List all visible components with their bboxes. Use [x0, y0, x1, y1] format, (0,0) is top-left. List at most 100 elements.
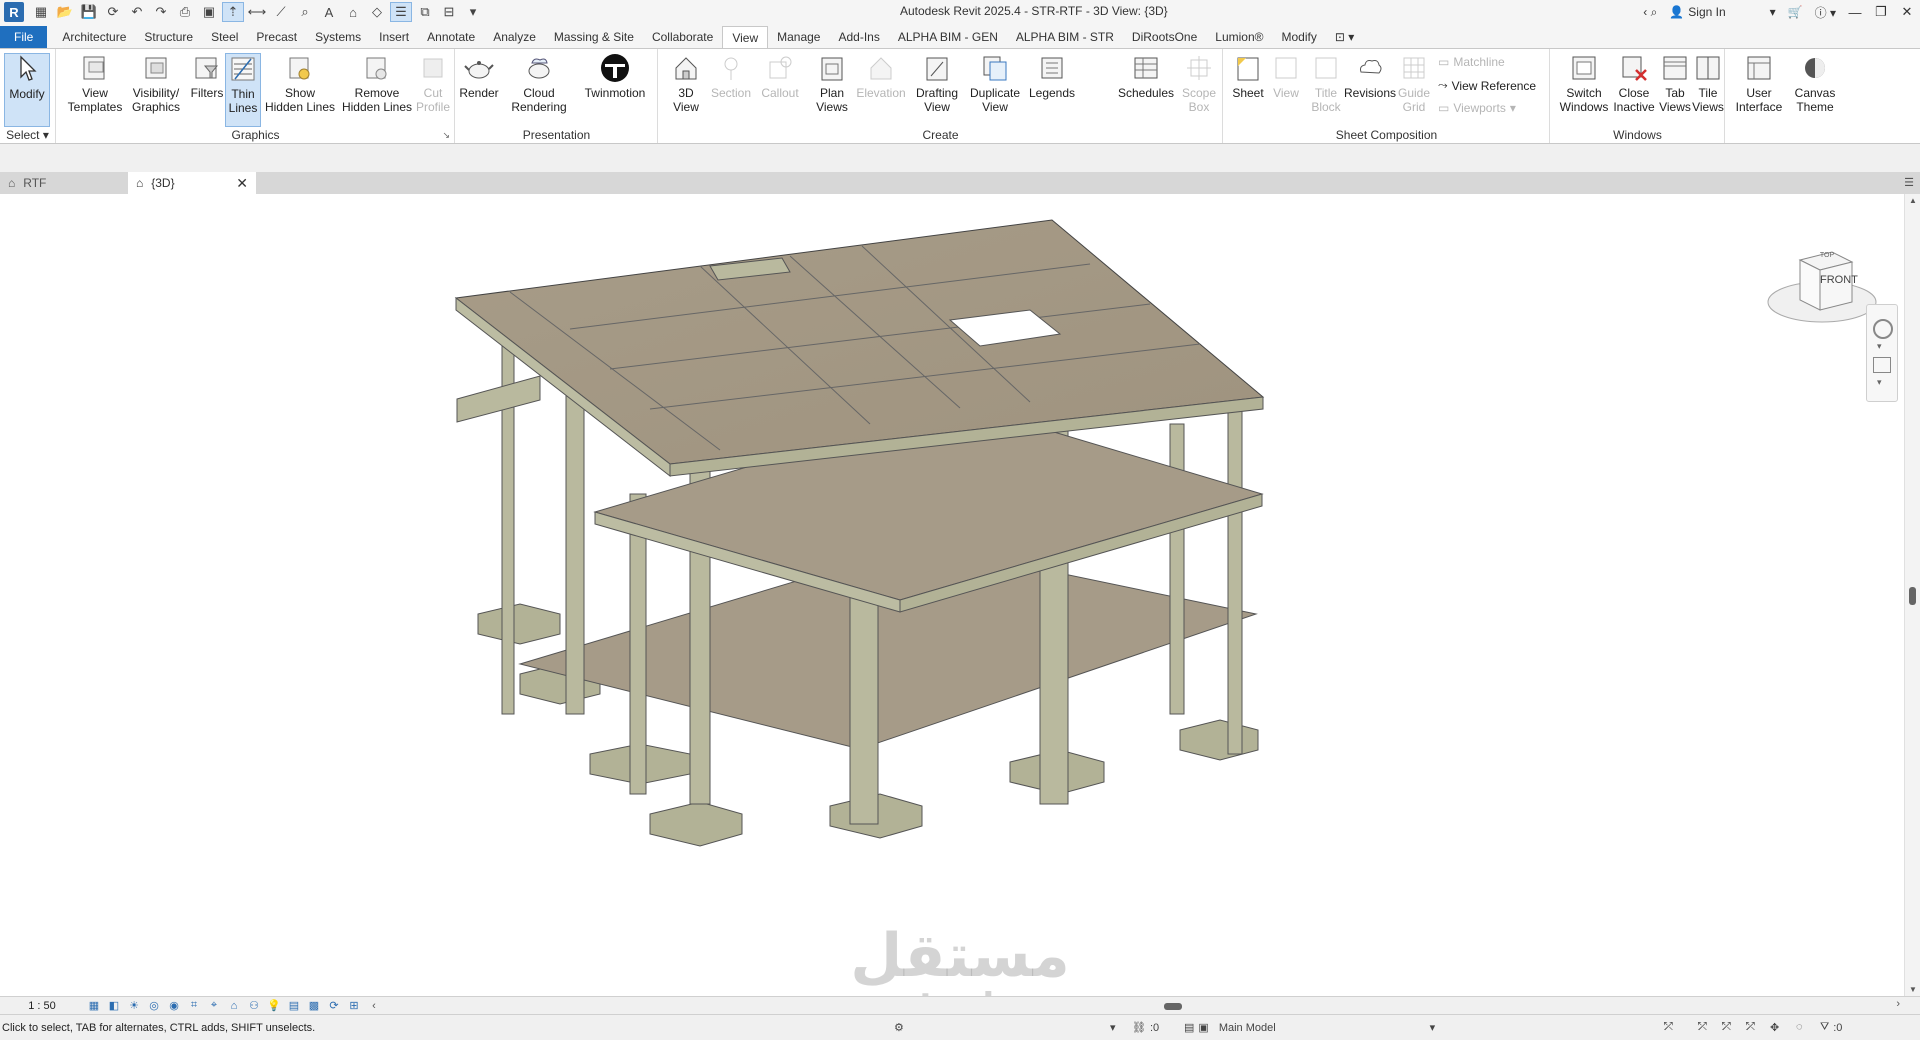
redo-icon[interactable]: ↷	[150, 2, 172, 22]
tab-views-button[interactable]: Tab Views	[1657, 53, 1693, 114]
select-links-icon[interactable]: ⤱	[1664, 1021, 1673, 1034]
ribbon-tab-collaborate[interactable]: Collaborate	[643, 26, 722, 48]
highlight-displacement-icon[interactable]: ⊞	[344, 998, 364, 1014]
select-panel-title[interactable]: Select ▾	[0, 128, 55, 142]
sun-path-icon[interactable]: ☀	[124, 998, 144, 1014]
ribbon-tab-lumion[interactable]: Lumion®	[1206, 26, 1272, 48]
open-icon[interactable]: 📂	[54, 2, 76, 22]
visibility-graphics-button[interactable]: Visibility/ Graphics	[127, 53, 185, 114]
canvas-theme-button[interactable]: Canvas Theme	[1790, 53, 1840, 114]
text-icon[interactable]: A	[318, 2, 340, 22]
measure-icon[interactable]: ⟷	[246, 2, 268, 22]
viewports-button[interactable]: ▭ Viewports ▾	[1438, 101, 1516, 115]
horizontal-scrollbar[interactable]	[450, 999, 1904, 1013]
horizontal-scroll-thumb[interactable]	[1164, 1003, 1182, 1010]
tile-views-button[interactable]: Tile Views	[1691, 53, 1725, 114]
lock-3d-icon[interactable]: ⌂	[224, 998, 244, 1014]
switch-windows-button[interactable]: Switch Windows	[1557, 53, 1611, 114]
chevron-down-icon[interactable]: ▾	[1877, 377, 1882, 388]
close-tab-icon[interactable]: ✕	[236, 175, 248, 192]
view-tab-3d[interactable]: ⌂ {3D} ✕	[128, 172, 256, 194]
drafting-view-button[interactable]: Drafting View	[911, 53, 963, 114]
3d-building-model[interactable]	[0, 194, 1904, 996]
ribbon-tab-massing-site[interactable]: Massing & Site	[545, 26, 643, 48]
show-crop-icon[interactable]: ⌖	[204, 998, 224, 1014]
select-by-face-icon[interactable]: ⤱	[1746, 1021, 1755, 1034]
home-icon[interactable]: ▦	[30, 2, 52, 22]
close-button[interactable]: ✕	[1894, 0, 1920, 24]
minimize-button[interactable]: —	[1842, 0, 1868, 24]
view-reference-button[interactable]: ⤳ View Reference	[1438, 78, 1536, 93]
ribbon-tab-view[interactable]: View	[722, 26, 769, 48]
show-analytical-icon[interactable]: ⟳	[324, 998, 344, 1014]
model-selector[interactable]: ▤ ▣ Main Model ▾	[1184, 1021, 1435, 1035]
tag-icon[interactable]: ⌕	[294, 2, 316, 22]
revit-logo[interactable]: R	[4, 2, 24, 22]
view-place-button[interactable]: View	[1268, 53, 1304, 100]
cut-profile-button[interactable]: Cut Profile	[415, 53, 451, 114]
render-dialog-icon[interactable]: ◉	[164, 998, 184, 1014]
design-options-icon[interactable]: ▾	[1110, 1021, 1116, 1034]
ribbon-tab-modify[interactable]: Modify	[1272, 26, 1325, 48]
filter-indicator[interactable]: ⛛:0	[1820, 1021, 1842, 1034]
close-inactive-button[interactable]: Close Inactive	[1611, 53, 1657, 114]
title-block-button[interactable]: Title Block	[1306, 53, 1346, 114]
panel-launcher-icon[interactable]: ↘	[442, 130, 450, 141]
ribbon-tab-systems[interactable]: Systems	[306, 26, 370, 48]
ribbon-tab-annotate[interactable]: Annotate	[418, 26, 484, 48]
filters-button[interactable]: Filters	[187, 53, 227, 100]
shadows-icon[interactable]: ◎	[144, 998, 164, 1014]
3d-view-button[interactable]: 3D View	[665, 53, 707, 114]
revisions-button[interactable]: Revisions	[1342, 53, 1398, 100]
align-icon[interactable]: ⟋	[270, 2, 292, 22]
section-button[interactable]: Section	[709, 53, 753, 100]
tab-menu-icon[interactable]: ☰	[1904, 172, 1920, 194]
ribbon-tab-alpha-bim-gen[interactable]: ALPHA BIM - GEN	[889, 26, 1007, 48]
temporary-hide-icon[interactable]: ⚇	[244, 998, 264, 1014]
worksharing-display-icon[interactable]: ▤	[284, 998, 304, 1014]
default-3d-icon[interactable]: ⌂	[342, 2, 364, 22]
show-hidden-lines-button[interactable]: Show Hidden Lines	[263, 53, 337, 114]
ribbon-display-toggle-icon[interactable]: ⊡ ▾	[1326, 26, 1363, 48]
worksets-indicator[interactable]: ⛓:0	[1132, 1021, 1159, 1035]
ribbon-tab-analyze[interactable]: Analyze	[484, 26, 545, 48]
user-interface-button[interactable]: User Interface	[1732, 53, 1786, 114]
scroll-down-icon[interactable]: ▼	[1909, 985, 1917, 994]
guide-grid-button[interactable]: Guide Grid	[1396, 53, 1432, 114]
viewcube-front-label[interactable]: FRONT	[1820, 274, 1858, 286]
callout-button[interactable]: Callout	[757, 53, 803, 100]
ribbon-tab-structure[interactable]: Structure	[135, 26, 202, 48]
sheet-button[interactable]: Sheet	[1228, 53, 1268, 100]
thin-lines-icon[interactable]: ☰	[390, 2, 412, 22]
scroll-left-icon[interactable]: ‹	[364, 998, 384, 1014]
view-templates-button[interactable]: View Templates	[67, 53, 123, 114]
scroll-right-icon[interactable]: ›	[1896, 998, 1900, 1010]
temporary-properties-icon[interactable]: ▩	[304, 998, 324, 1014]
ribbon-tab-manage[interactable]: Manage	[768, 26, 829, 48]
zoom-icon[interactable]	[1873, 357, 1891, 373]
pdf-icon[interactable]: ▣	[198, 2, 220, 22]
select-pinned-icon[interactable]: ⤱	[1722, 1021, 1731, 1034]
duplicate-view-button[interactable]: Duplicate View	[965, 53, 1025, 114]
ribbon-tab-insert[interactable]: Insert	[370, 26, 418, 48]
drag-elements-icon[interactable]: ✥	[1770, 1021, 1779, 1034]
undo-icon[interactable]: ↶	[126, 2, 148, 22]
ribbon-tab-dirootsone[interactable]: DiRootsOne	[1123, 26, 1206, 48]
scope-box-button[interactable]: Scope Box	[1179, 53, 1219, 114]
sign-in[interactable]: 👤 Sign In ▾	[1663, 5, 1781, 19]
viewcube-top-label[interactable]: TOP	[1812, 252, 1842, 259]
vertical-scrollbar[interactable]: ▲ ▼	[1904, 194, 1920, 996]
cloud-rendering-button[interactable]: Cloud Rendering	[506, 53, 572, 114]
ribbon-tab-precast[interactable]: Precast	[247, 26, 306, 48]
drawing-canvas[interactable]: مستقل mostaql.com FRONT TOP ▾ ▾	[0, 194, 1904, 996]
viewcube[interactable]: FRONT TOP	[1740, 244, 1880, 364]
reveal-hidden-icon[interactable]: 💡	[264, 998, 284, 1014]
modify-button[interactable]: Modify	[4, 53, 50, 127]
background-process-icon[interactable]: ◌	[1796, 1021, 1803, 1033]
plan-views-button[interactable]: Plan Views	[811, 53, 853, 114]
help-icon[interactable]: ⓘ ▾	[1809, 4, 1842, 21]
switch-windows-icon[interactable]: ⊟	[438, 2, 460, 22]
ribbon-tab-add-ins[interactable]: Add-Ins	[829, 26, 888, 48]
close-hidden-icon[interactable]: ⧉	[414, 2, 436, 22]
view-tab-rtf[interactable]: ⌂ RTF	[0, 172, 128, 194]
